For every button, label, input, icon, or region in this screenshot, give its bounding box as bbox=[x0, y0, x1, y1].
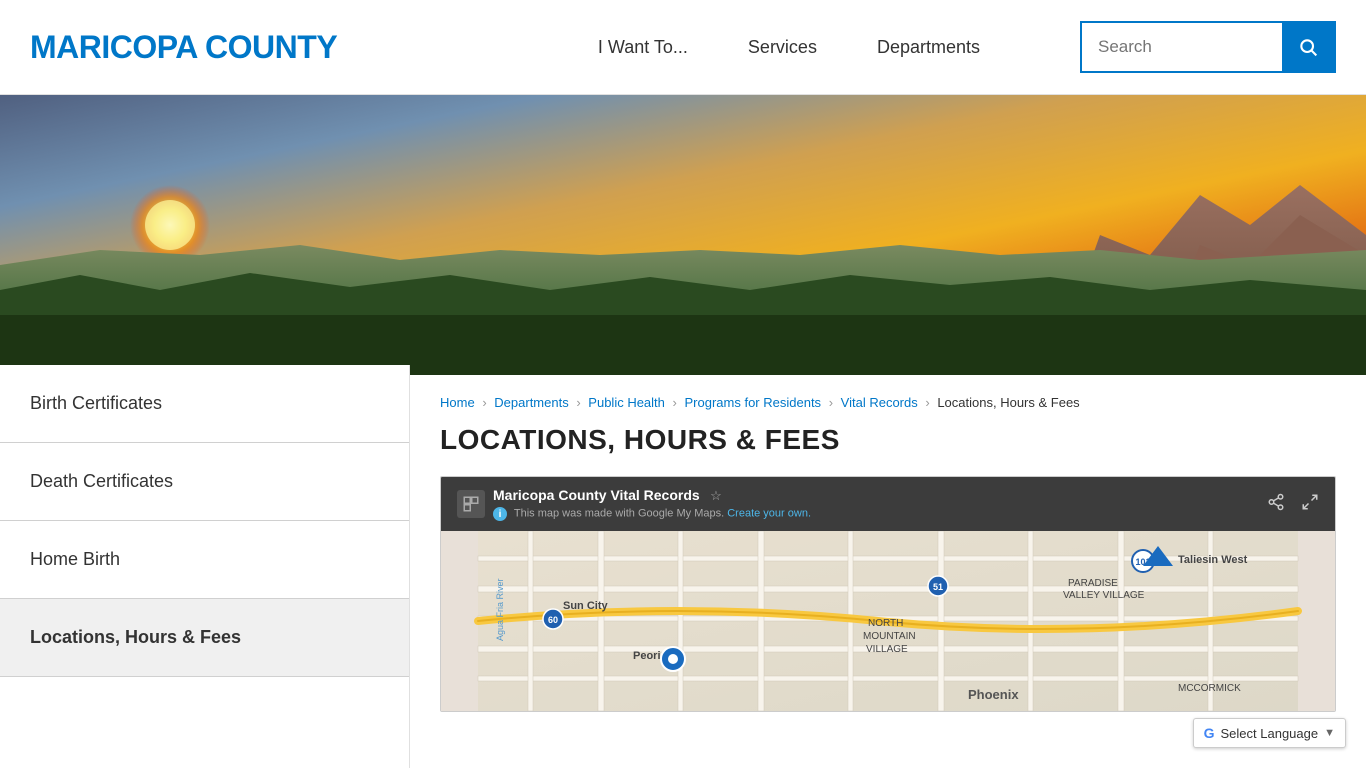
map-header-left: Maricopa County Vital Records ☆ i This m… bbox=[457, 487, 811, 521]
search-icon bbox=[1298, 37, 1318, 57]
map-embed-icon bbox=[457, 490, 485, 518]
language-selector[interactable]: G Select Language ▼ bbox=[1193, 718, 1346, 748]
breadcrumb-sep-2: › bbox=[576, 395, 580, 410]
breadcrumb-sep-5: › bbox=[925, 395, 929, 410]
info-icon: i bbox=[493, 507, 507, 521]
map-expand-button[interactable] bbox=[1301, 493, 1319, 516]
sidebar-item-locations[interactable]: Locations, Hours & Fees bbox=[0, 599, 409, 677]
breadcrumb-programs[interactable]: Programs for Residents bbox=[685, 395, 822, 410]
svg-text:NORTH: NORTH bbox=[868, 618, 903, 629]
map-subtitle: i This map was made with Google My Maps.… bbox=[493, 507, 811, 521]
breadcrumb-public-health[interactable]: Public Health bbox=[588, 395, 665, 410]
sidebar-item-home-birth[interactable]: Home Birth bbox=[0, 521, 409, 599]
map-body[interactable]: 60 51 101 Sun City Peoria NORTH MOUNTAIN… bbox=[441, 531, 1335, 711]
language-text: Select Language bbox=[1221, 726, 1319, 741]
map-title-group: Maricopa County Vital Records ☆ i This m… bbox=[493, 487, 811, 521]
breadcrumb-sep-1: › bbox=[482, 395, 486, 410]
map-subtitle-text: This map was made with Google My Maps. bbox=[514, 508, 724, 520]
svg-text:MOUNTAIN: MOUNTAIN bbox=[863, 631, 916, 642]
main-nav: I Want To... Services Departments bbox=[598, 21, 1336, 73]
breadcrumb: Home › Departments › Public Health › Pro… bbox=[440, 395, 1336, 410]
nav-services[interactable]: Services bbox=[748, 37, 817, 58]
svg-text:Phoenix: Phoenix bbox=[968, 687, 1019, 702]
svg-text:Taliesin West: Taliesin West bbox=[1178, 554, 1248, 566]
breadcrumb-sep-3: › bbox=[673, 395, 677, 410]
breadcrumb-vital-records[interactable]: Vital Records bbox=[841, 395, 918, 410]
map-title: Maricopa County Vital Records bbox=[493, 487, 700, 503]
map-container: Maricopa County Vital Records ☆ i This m… bbox=[440, 476, 1336, 712]
map-svg: 60 51 101 Sun City Peoria NORTH MOUNTAIN… bbox=[441, 531, 1335, 711]
sidebar-item-birth-certificates[interactable]: Birth Certificates bbox=[0, 365, 409, 443]
breadcrumb-departments[interactable]: Departments bbox=[494, 395, 568, 410]
site-header: MARICOPA COUNTY I Want To... Services De… bbox=[0, 0, 1366, 95]
main-content: Birth Certificates Death Certificates Ho… bbox=[0, 375, 1366, 768]
svg-text:51: 51 bbox=[933, 582, 943, 592]
map-create-link[interactable]: Create your own. bbox=[727, 508, 811, 520]
breadcrumb-current: Locations, Hours & Fees bbox=[937, 395, 1079, 410]
nav-i-want-to[interactable]: I Want To... bbox=[598, 37, 688, 58]
google-translate-icon: G bbox=[1204, 725, 1215, 741]
svg-text:VILLAGE: VILLAGE bbox=[866, 644, 908, 655]
map-header-right bbox=[1267, 493, 1319, 516]
page-title: LOCATIONS, HOURS & FEES bbox=[440, 424, 1336, 456]
language-chevron-icon: ▼ bbox=[1324, 727, 1335, 739]
svg-text:Agua Fria River: Agua Fria River bbox=[495, 578, 505, 641]
breadcrumb-home[interactable]: Home bbox=[440, 395, 475, 410]
svg-text:VALLEY VILLAGE: VALLEY VILLAGE bbox=[1063, 590, 1145, 601]
hero-image bbox=[0, 95, 1366, 375]
sidebar-item-death-certificates[interactable]: Death Certificates bbox=[0, 443, 409, 521]
content-area: Home › Departments › Public Health › Pro… bbox=[410, 375, 1366, 768]
map-star-icon: ☆ bbox=[710, 488, 722, 503]
svg-text:MCCORMICK: MCCORMICK bbox=[1178, 683, 1241, 694]
search-input[interactable] bbox=[1082, 23, 1282, 71]
svg-text:Sun City: Sun City bbox=[563, 600, 608, 612]
sidebar: Birth Certificates Death Certificates Ho… bbox=[0, 365, 410, 768]
breadcrumb-sep-4: › bbox=[829, 395, 833, 410]
map-share-button[interactable] bbox=[1267, 493, 1285, 516]
site-logo[interactable]: MARICOPA COUNTY bbox=[30, 29, 337, 66]
nav-departments[interactable]: Departments bbox=[877, 37, 980, 58]
svg-text:60: 60 bbox=[548, 615, 558, 625]
map-header: Maricopa County Vital Records ☆ i This m… bbox=[441, 477, 1335, 531]
map-title-row: Maricopa County Vital Records ☆ bbox=[493, 487, 811, 505]
hero-landscape-svg bbox=[0, 95, 1366, 375]
search-container bbox=[1080, 21, 1336, 73]
svg-text:PARADISE: PARADISE bbox=[1068, 578, 1118, 589]
search-button[interactable] bbox=[1282, 23, 1334, 71]
